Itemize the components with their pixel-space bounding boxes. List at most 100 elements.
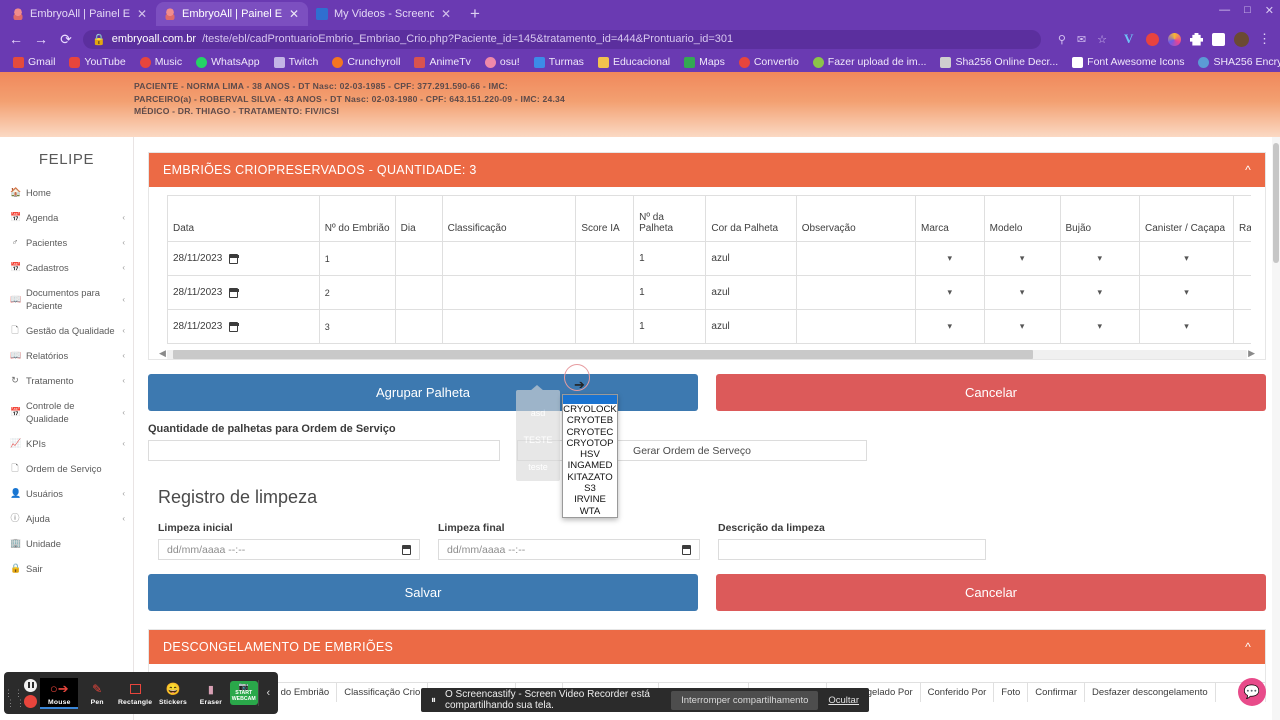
marca-option-empty-selected[interactable]: [563, 395, 617, 404]
cell-observacao[interactable]: [795, 241, 916, 276]
chevron-down-icon[interactable]: ▾: [1020, 253, 1025, 264]
salvar-button[interactable]: Salvar: [148, 574, 698, 611]
cell-modelo[interactable]: ▾: [983, 275, 1061, 310]
cell-classificacao[interactable]: [441, 309, 577, 344]
cell-marca[interactable]: ▾: [914, 275, 985, 310]
cell-modelo[interactable]: ▾: [983, 241, 1061, 276]
browser-tab-3[interactable]: My Videos - Screencastify ✕: [308, 2, 460, 26]
calendar-icon[interactable]: [228, 253, 239, 264]
bookmark-item[interactable]: Twitch: [267, 56, 326, 68]
sidebar-item-usuarios[interactable]: 👤 Usuários ‹: [0, 481, 133, 506]
marca-option-cryotop[interactable]: CRYOTOP: [563, 438, 617, 449]
cell-marca[interactable]: ▾: [914, 309, 985, 344]
table-row[interactable]: 28/11/2023 1 1 azul ▾ ▾ ▾ ▾ ▾: [167, 241, 1251, 276]
bookmark-item[interactable]: YouTube: [62, 56, 132, 68]
cell-rack[interactable]: ▾: [1232, 275, 1251, 310]
scroll-right-icon[interactable]: ▶: [1248, 348, 1255, 359]
cell-data[interactable]: 28/11/2023: [167, 309, 320, 344]
drag-grip-icon[interactable]: ⋮⋮: [4, 689, 23, 698]
sidebar-item-home[interactable]: 🏠 Home: [0, 180, 133, 205]
bookmark-item[interactable]: Maps: [677, 56, 732, 68]
marca-option-irvine[interactable]: IRVINE: [563, 494, 617, 505]
marca-dropdown-list[interactable]: CRYOLOCK CRYOTEB CRYOTEC CRYOTOP HSV ING…: [562, 394, 618, 518]
marca-option-hsv[interactable]: HSV: [563, 449, 617, 460]
cell-canister[interactable]: ▾: [1139, 275, 1234, 310]
cell-cor-palheta[interactable]: azul: [705, 309, 797, 344]
bookmark-item[interactable]: Crunchyroll: [325, 56, 407, 68]
bookmark-item[interactable]: Educacional: [591, 56, 677, 68]
marca-option-wta[interactable]: WTA: [563, 506, 617, 517]
cell-n-palheta[interactable]: 1: [633, 309, 707, 344]
sidebar-item-sair[interactable]: 🔒 Sair: [0, 556, 133, 581]
cell-modelo[interactable]: ▾: [983, 309, 1061, 344]
browser-tab-1[interactable]: EmbryoAll | Painel Embriologista ✕: [4, 2, 156, 26]
stop-sharing-button[interactable]: Interromper compartilhamento: [671, 690, 819, 710]
cell-dia[interactable]: [394, 241, 443, 276]
cell-cor-palheta[interactable]: azul: [705, 275, 797, 310]
table-row[interactable]: 28/11/2023 2 1 azul ▾ ▾ ▾ ▾ ▾: [167, 275, 1251, 310]
tool-eraser[interactable]: ▮ Eraser: [192, 678, 230, 709]
bookmark-item[interactable]: Convertio: [732, 56, 806, 68]
cell-n-palheta[interactable]: 1: [633, 275, 707, 310]
cell-rack[interactable]: ▾: [1232, 241, 1251, 276]
cell-classificacao[interactable]: [441, 275, 577, 310]
share-icon[interactable]: ✉: [1077, 33, 1086, 46]
sidebar-item-unidade[interactable]: 🏢 Unidade: [0, 531, 133, 556]
chevron-down-icon[interactable]: ▾: [948, 253, 953, 264]
close-tab-icon[interactable]: ✕: [288, 8, 300, 20]
calendar-icon[interactable]: [228, 321, 239, 332]
chevron-left-icon[interactable]: ‹: [257, 680, 278, 706]
bookmark-item[interactable]: Fazer upload de im...: [806, 56, 934, 68]
marca-option-kitazato[interactable]: KITAZATO: [563, 472, 617, 483]
table-row[interactable]: 28/11/2023 3 1 azul ▾ ▾ ▾ ▾ ▾: [167, 309, 1251, 344]
cell-canister[interactable]: ▾: [1139, 241, 1234, 276]
start-webcam-button[interactable]: 📷 START WEBCAM: [229, 681, 258, 705]
back-arrow-icon[interactable]: ←: [8, 32, 24, 46]
forward-arrow-icon[interactable]: →: [33, 32, 49, 46]
calendar-icon[interactable]: [228, 287, 239, 298]
chevron-down-icon[interactable]: ▾: [1020, 321, 1025, 332]
sidebar-item-ajuda[interactable]: ⓘ Ajuda ‹: [0, 506, 133, 531]
search-icon[interactable]: ⚲: [1058, 33, 1066, 46]
new-tab-button[interactable]: +: [460, 4, 490, 26]
cell-bujao[interactable]: ▾: [1059, 275, 1141, 310]
limpeza-inicial-input[interactable]: dd/mm/aaaa --:--: [158, 539, 420, 560]
marca-option-cryolock[interactable]: CRYOLOCK: [563, 404, 617, 415]
cell-bujao[interactable]: ▾: [1059, 309, 1141, 344]
hide-sharing-bar-button[interactable]: Ocultar: [828, 695, 859, 706]
sidebar-item-kpis[interactable]: 📈 KPIs ‹: [0, 431, 133, 456]
vimeo-extension-icon[interactable]: V: [1124, 32, 1137, 46]
sidebar-item-ordem-servico[interactable]: 🗋 Ordem de Serviço: [0, 456, 133, 481]
sidebar-item-documentos[interactable]: 📖 Documentos para Paciente ‹: [0, 280, 133, 318]
screencastify-toolbar[interactable]: ⋮⋮ ○➔ Mouse ✎ Pen Rectangle 😄 Stickers ▮…: [4, 672, 278, 714]
address-bar[interactable]: 🔒 embryoall.com.br/teste/ebl/cadProntuar…: [83, 29, 1041, 49]
panel-header[interactable]: EMBRIÕES CRIOPRESERVADOS - QUANTIDADE: 3…: [149, 153, 1265, 187]
cancelar-button-bottom[interactable]: Cancelar: [716, 574, 1266, 611]
close-tab-icon[interactable]: ✕: [136, 8, 148, 20]
tool-mouse[interactable]: ○➔ Mouse: [40, 677, 79, 709]
bookmark-item[interactable]: osu!: [478, 56, 527, 68]
cell-score-ia[interactable]: [575, 275, 635, 310]
cancelar-button-top[interactable]: Cancelar: [716, 374, 1266, 411]
bookmark-item[interactable]: Sha256 Online Decr...: [933, 56, 1065, 68]
colorpicker-extension-icon[interactable]: [1168, 32, 1181, 46]
limpeza-final-input[interactable]: dd/mm/aaaa --:--: [438, 539, 700, 560]
maximize-icon[interactable]: □: [1244, 4, 1251, 17]
descricao-limpeza-input[interactable]: [718, 539, 986, 560]
bookmark-item[interactable]: SHA256 Encrypt/De...: [1191, 56, 1280, 68]
cell-data[interactable]: 28/11/2023: [167, 241, 320, 276]
bookmark-star-icon[interactable]: ☆: [1097, 33, 1107, 46]
cell-data[interactable]: 28/11/2023: [167, 275, 320, 310]
cell-cor-palheta[interactable]: azul: [705, 241, 797, 276]
chevron-down-icon[interactable]: ▾: [948, 321, 953, 332]
marca-option-s3[interactable]: S3: [563, 483, 617, 494]
sidebar-item-tratamento[interactable]: ↻ Tratamento ‹: [0, 368, 133, 393]
scrollbar-thumb[interactable]: [173, 350, 1033, 359]
sidebar-item-agenda[interactable]: 📅 Agenda ‹: [0, 205, 133, 230]
chevron-down-icon[interactable]: ▾: [1098, 253, 1103, 264]
tool-pen[interactable]: ✎ Pen: [78, 678, 116, 709]
chevron-up-icon[interactable]: ^: [1245, 163, 1251, 177]
tool-rectangle[interactable]: Rectangle: [116, 678, 154, 709]
cell-bujao[interactable]: ▾: [1059, 241, 1141, 276]
chevron-down-icon[interactable]: ▾: [1098, 321, 1103, 332]
